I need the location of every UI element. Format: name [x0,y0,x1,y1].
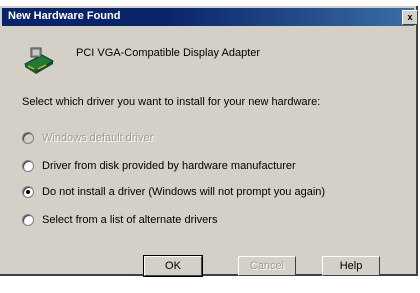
radio-button[interactable] [22,132,34,144]
device-name: PCI VGA-Compatible Display Adapter [76,47,261,59]
title-bar[interactable]: New Hardware Found x [2,8,418,26]
option-select-alternate[interactable]: Select from a list of alternate drivers [22,212,217,228]
window-title: New Hardware Found [8,10,121,22]
option-windows-default-driver[interactable]: Windows default driver [22,130,153,146]
option-driver-from-disk[interactable]: Driver from disk provided by hardware ma… [22,158,296,174]
radio-button[interactable] [22,186,34,198]
cancel-button[interactable]: Cancel [238,256,296,276]
close-button[interactable]: x [402,10,418,25]
option-label: Driver from disk provided by hardware ma… [42,160,296,172]
driver-prompt: Select which driver you want to install … [22,96,321,108]
hardware-card-icon [24,47,55,74]
radio-button[interactable] [22,214,34,226]
option-label: Do not install a driver (Windows will no… [42,186,326,198]
new-hardware-dialog: New Hardware Found x PCI VGA-Compatible … [0,6,418,277]
help-button[interactable]: Help [322,256,380,276]
option-do-not-install[interactable]: Do not install a driver (Windows will no… [22,184,325,200]
option-label: Select from a list of alternate drivers [42,214,218,226]
ok-button[interactable]: OK [143,255,203,277]
radio-button[interactable] [22,160,34,172]
option-label: Windows default driver [42,132,154,144]
